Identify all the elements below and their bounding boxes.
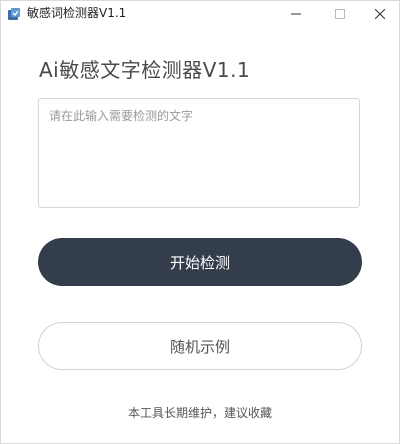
footer-note: 本工具长期维护，建议收藏 (127, 406, 272, 420)
minimize-button[interactable] (279, 1, 313, 25)
start-detect-label: 开始检测 (169, 253, 230, 272)
page-title: Ai敏感文字检测器V1.1 (39, 58, 251, 82)
text-input[interactable] (38, 98, 360, 208)
minimize-icon (291, 4, 301, 23)
title-bar[interactable]: 敏感词检测器V1.1 (1, 1, 399, 25)
app-window: 敏感词检测器V1.1 Ai敏感文字检测器V1.1 请在此输入需要检测的文字 开始… (0, 0, 400, 444)
random-example-label: 随机示例 (169, 337, 230, 356)
maximize-button[interactable] (323, 1, 357, 25)
window-title: 敏感词检测器V1.1 (27, 6, 127, 20)
close-button[interactable] (363, 1, 397, 25)
start-detect-button[interactable]: 开始检测 (38, 238, 362, 286)
app-logo-icon (7, 6, 21, 20)
random-example-button[interactable]: 随机示例 (38, 322, 362, 370)
maximize-icon (335, 4, 345, 23)
close-icon (374, 4, 386, 23)
